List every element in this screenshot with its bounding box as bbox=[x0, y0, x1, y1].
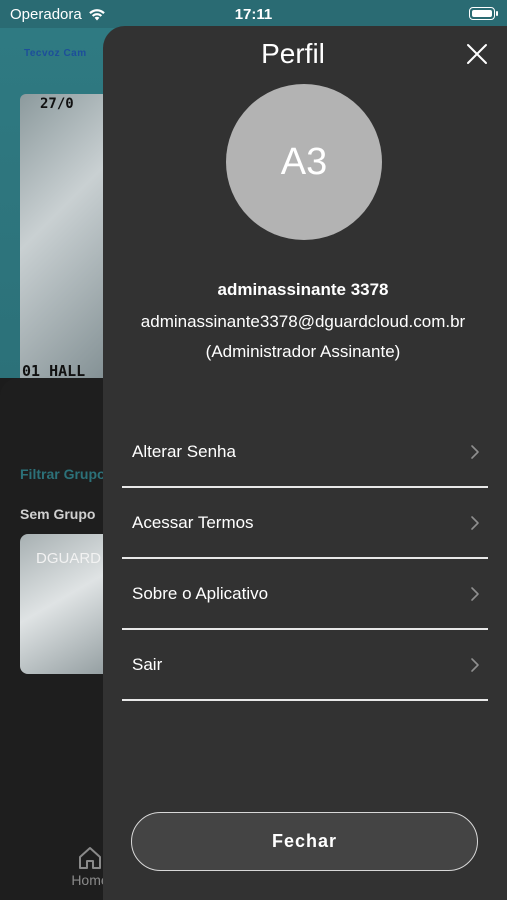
app-logo: Tecvoz Cam bbox=[24, 48, 87, 59]
user-role: (Administrador Assinante) bbox=[205, 342, 401, 361]
menu-item-change-password[interactable]: Alterar Senha bbox=[122, 417, 488, 488]
clock: 17:11 bbox=[234, 6, 273, 23]
chevron-right-icon bbox=[471, 657, 479, 672]
avatar-initials: A3 bbox=[280, 140, 328, 183]
status-bar: Operadora 17:11 bbox=[0, 0, 507, 28]
profile-menu: Alterar Senha Acessar Termos Sobre o Apl… bbox=[122, 417, 488, 701]
menu-item-label: Alterar Senha bbox=[132, 441, 236, 461]
panel-title: Perfil bbox=[261, 38, 325, 69]
filter-group-link[interactable]: Filtrar Grupo bbox=[20, 466, 106, 482]
menu-item-logout[interactable]: Sair bbox=[122, 630, 488, 701]
camera-brand-overlay: DGUARD bbox=[36, 550, 102, 567]
group-heading: Sem Grupo bbox=[20, 506, 96, 522]
profile-panel: Perfil A3 adminassinante 3378 adminassin… bbox=[103, 26, 507, 900]
menu-item-label: Acessar Termos bbox=[132, 512, 254, 532]
chevron-right-icon bbox=[471, 515, 479, 530]
menu-item-label: Sair bbox=[132, 654, 163, 674]
user-name: adminassinante 3378 bbox=[217, 280, 389, 299]
chevron-right-icon bbox=[471, 586, 479, 601]
avatar: A3 bbox=[226, 84, 382, 240]
close-icon[interactable] bbox=[465, 42, 489, 66]
battery-icon bbox=[469, 7, 498, 20]
menu-item-terms[interactable]: Acessar Termos bbox=[122, 488, 488, 559]
menu-item-label: Sobre o Aplicativo bbox=[132, 583, 269, 603]
user-email: adminassinante3378@dguardcloud.com.br bbox=[140, 312, 466, 331]
menu-item-about[interactable]: Sobre o Aplicativo bbox=[122, 559, 488, 630]
chevron-right-icon bbox=[471, 444, 479, 459]
home-icon bbox=[79, 847, 101, 869]
camera-timestamp: 27/0 bbox=[40, 96, 74, 112]
close-button[interactable]: Fechar bbox=[131, 812, 478, 871]
